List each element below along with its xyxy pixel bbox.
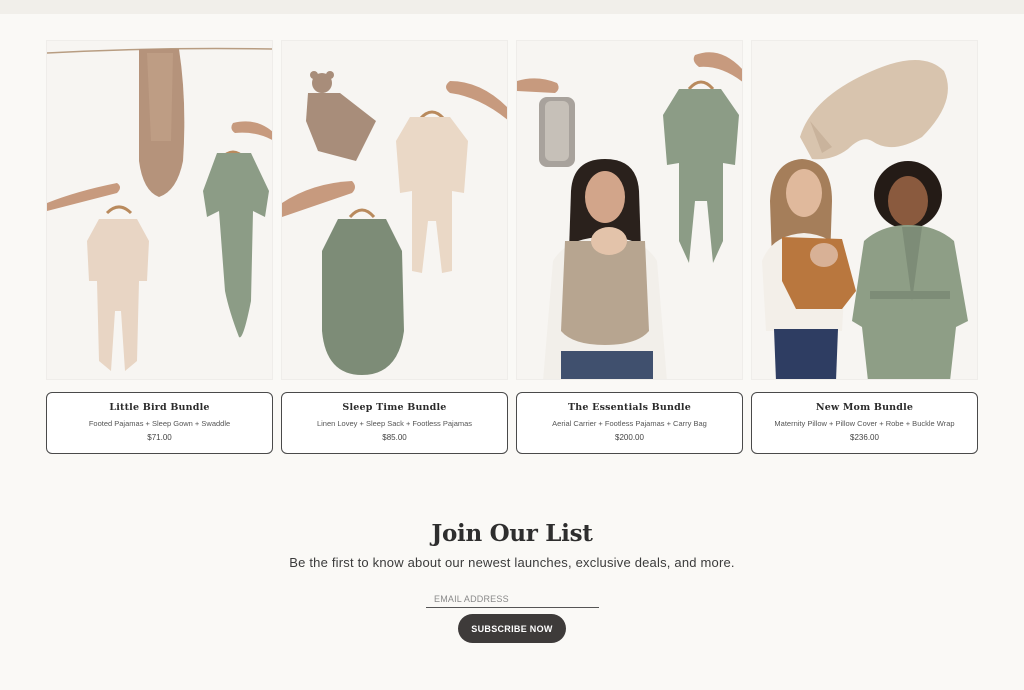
product-description: Aerial Carrier + Footless Pajamas + Carr…: [552, 419, 707, 428]
product-description: Linen Lovey + Sleep Sack + Footless Paja…: [316, 419, 473, 428]
product-title[interactable]: The Essentials Bundle: [517, 402, 742, 413]
product-info-little-bird[interactable]: Little Bird Bundle Footed Pajamas + Slee…: [46, 392, 273, 454]
product-info-sleep-time[interactable]: Sleep Time Bundle Linen Lovey + Sleep Sa…: [281, 392, 508, 454]
product-price: $71.00: [147, 433, 172, 442]
product-card-essentials[interactable]: The Essentials Bundle Aerial Carrier + F…: [516, 40, 743, 454]
product-card-sleep-time[interactable]: Sleep Time Bundle Linen Lovey + Sleep Sa…: [281, 40, 508, 454]
newsletter-section: Join Our List Be the first to know about…: [0, 520, 1024, 643]
product-image-little-bird[interactable]: [46, 40, 273, 380]
newsletter-subtitle: Be the first to know about our newest la…: [289, 555, 735, 570]
email-input[interactable]: [426, 590, 599, 608]
product-card-new-mom[interactable]: New Mom Bundle Maternity Pillow + Pillow…: [751, 40, 978, 454]
product-info-new-mom[interactable]: New Mom Bundle Maternity Pillow + Pillow…: [751, 392, 978, 454]
product-price: $236.00: [850, 433, 879, 442]
product-title[interactable]: Little Bird Bundle: [47, 402, 272, 413]
subscribe-button[interactable]: SUBSCRIBE NOW: [458, 614, 566, 643]
product-title[interactable]: New Mom Bundle: [752, 402, 977, 413]
product-price: $85.00: [382, 433, 407, 442]
product-image-essentials[interactable]: [516, 40, 743, 380]
product-grid: Little Bird Bundle Footed Pajamas + Slee…: [46, 40, 978, 454]
product-description: Footed Pajamas + Sleep Gown + Swaddle: [88, 419, 231, 428]
product-info-essentials[interactable]: The Essentials Bundle Aerial Carrier + F…: [516, 392, 743, 454]
product-image-sleep-time[interactable]: [281, 40, 508, 380]
product-image-new-mom[interactable]: [751, 40, 978, 380]
product-price: $200.00: [615, 433, 644, 442]
product-title[interactable]: Sleep Time Bundle: [282, 402, 507, 413]
header-strip: [0, 0, 1024, 14]
product-description: Maternity Pillow + Pillow Cover + Robe +…: [774, 419, 955, 428]
product-card-little-bird[interactable]: Little Bird Bundle Footed Pajamas + Slee…: [46, 40, 273, 454]
newsletter-title: Join Our List: [431, 520, 593, 547]
